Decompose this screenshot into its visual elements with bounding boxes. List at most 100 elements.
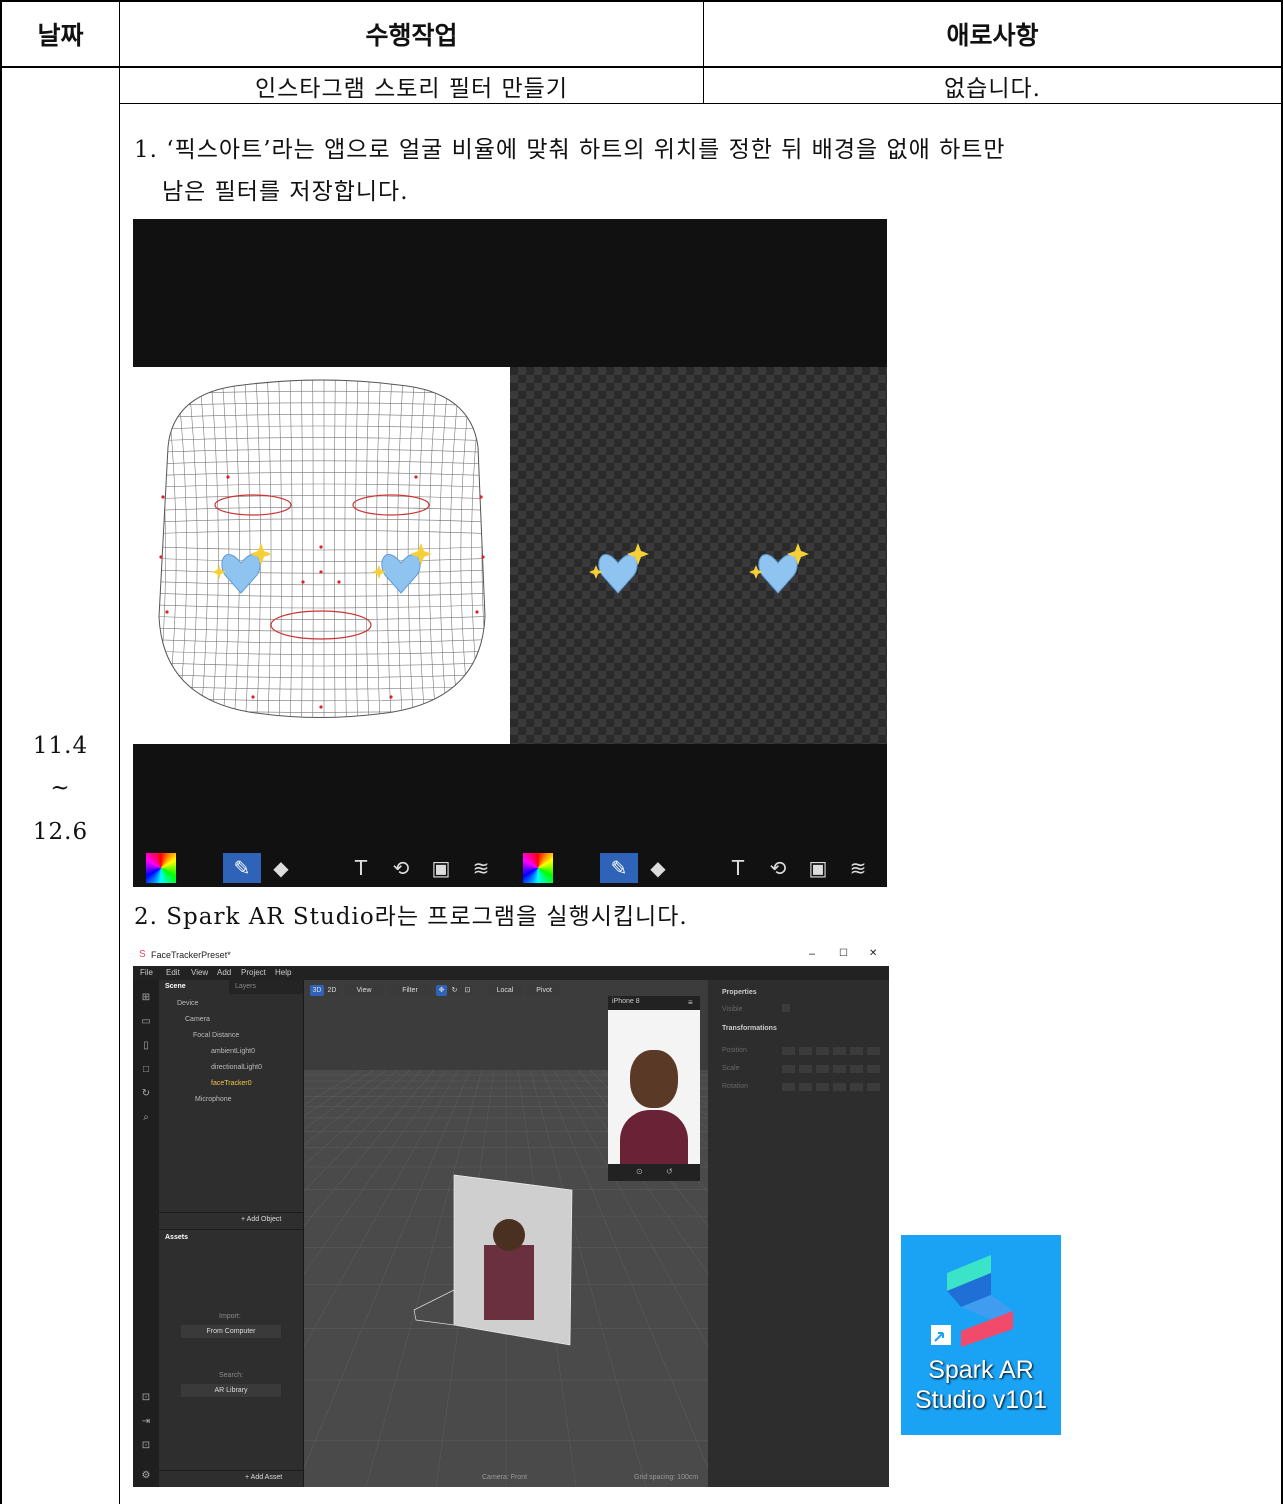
brush-icon[interactable]: ✎ — [600, 853, 638, 883]
minimize-button[interactable]: – — [809, 948, 815, 960]
position-z-field[interactable] — [816, 1047, 829, 1055]
add-object-button[interactable]: + Add Object — [241, 1216, 281, 1223]
settings-icon[interactable]: ⚙ — [140, 1470, 152, 1482]
sticker-icon[interactable]: ⟲ — [386, 853, 416, 883]
layers-icon[interactable]: ≋ — [466, 853, 496, 883]
face-mesh-panel — [133, 367, 510, 744]
menu-help[interactable]: Help — [275, 968, 291, 977]
text-icon[interactable]: T — [346, 853, 376, 883]
scale-z-field[interactable] — [816, 1065, 829, 1073]
maximize-button[interactable]: ☐ — [839, 948, 848, 959]
scene-viewport[interactable]: 3D 2D View Filter ✥ ↻ ⊡ Local Pivot iPho… — [304, 980, 708, 1487]
position-x-field[interactable] — [782, 1047, 795, 1055]
scale-u-field[interactable] — [867, 1065, 880, 1073]
date-separator: ~ — [50, 775, 71, 801]
grid-spacing-label: Grid spacing: 100cm — [634, 1474, 699, 1481]
tree-camera[interactable]: Camera — [185, 1016, 210, 1023]
ar-library-button[interactable]: AR Library — [181, 1384, 281, 1397]
filter-dropdown[interactable]: Filter — [389, 985, 431, 996]
rotation-z-field[interactable] — [816, 1083, 829, 1091]
eraser-icon[interactable]: ◆ — [643, 853, 673, 883]
menu-icon[interactable]: ≡ — [688, 998, 693, 1007]
visible-label: Visible — [722, 1006, 743, 1013]
snapshot-icon[interactable]: ⊙ — [636, 1167, 643, 1176]
scale-tool-icon[interactable]: ⊡ — [462, 985, 473, 996]
scale-w-field[interactable] — [833, 1065, 846, 1073]
tree-ambient-light[interactable]: ambientLight0 — [211, 1048, 255, 1055]
tab-scene[interactable]: Scene — [165, 983, 186, 990]
from-computer-button[interactable]: From Computer — [181, 1325, 281, 1338]
assets-title: Assets — [165, 1234, 188, 1241]
pivot-button[interactable]: Pivot — [527, 985, 561, 996]
add-asset-button[interactable]: + Add Asset — [245, 1474, 282, 1481]
device-selector[interactable]: iPhone 8 — [612, 998, 640, 1005]
sticker-icon[interactable]: ⟲ — [763, 853, 793, 883]
import-label: Import: — [219, 1313, 241, 1320]
brush-icon[interactable]: ✎ — [223, 853, 261, 883]
step-1-line-1: 1. ‘픽스아트’라는 앱으로 얼굴 비율에 맞춰 하트의 위치를 정한 뒤 배… — [134, 137, 1006, 163]
refresh-icon[interactable]: ↻ — [140, 1088, 152, 1100]
spark-ar-desktop-icon[interactable]: Spark AR Studio v101 — [901, 1235, 1061, 1435]
spark-window-title: FaceTrackerPreset* — [151, 950, 231, 960]
rotation-x-field[interactable] — [782, 1083, 795, 1091]
face-mesh-illustration — [158, 379, 486, 718]
close-button[interactable]: ✕ — [869, 948, 877, 959]
scene-icon[interactable]: ⊞ — [140, 992, 152, 1004]
move-tool-icon[interactable]: ✥ — [436, 985, 447, 996]
search-icon[interactable]: ⌕ — [140, 1112, 152, 1124]
color-palette-icon[interactable] — [146, 853, 176, 883]
rotation-y-field[interactable] — [799, 1083, 812, 1091]
view-3d-button[interactable]: 3D — [310, 985, 324, 996]
position-v-field[interactable] — [850, 1047, 863, 1055]
local-button[interactable]: Local — [487, 985, 523, 996]
visible-checkbox[interactable] — [782, 1004, 790, 1012]
simulator-preview: iPhone 8 ≡ ⊙ ↺ — [608, 996, 700, 1181]
tab-layers[interactable]: Layers — [235, 983, 256, 990]
tree-face-tracker[interactable]: faceTracker0 — [211, 1080, 252, 1087]
rotation-w-field[interactable] — [833, 1083, 846, 1091]
task-row-divider — [120, 103, 1283, 104]
menu-project[interactable]: Project — [241, 968, 266, 977]
eraser-icon[interactable]: ◆ — [266, 853, 296, 883]
scale-x-field[interactable] — [782, 1065, 795, 1073]
menu-edit[interactable]: Edit — [166, 968, 180, 977]
frame-icon[interactable]: □ — [140, 1064, 152, 1076]
scale-y-field[interactable] — [799, 1065, 812, 1073]
spark-titlebar: S FaceTrackerPreset* – ☐ ✕ — [133, 944, 889, 966]
tree-microphone[interactable]: Microphone — [195, 1096, 232, 1103]
export-icon[interactable]: ⇥ — [140, 1416, 152, 1428]
upload-icon[interactable]: ⊡ — [140, 1440, 152, 1452]
tree-focal-distance[interactable]: Focal Distance — [193, 1032, 239, 1039]
image-icon[interactable]: ▣ — [426, 853, 456, 883]
spark-ar-logo-icon — [931, 1255, 1013, 1347]
transparent-background-panel — [510, 367, 887, 744]
menu-add[interactable]: Add — [217, 968, 231, 977]
rotation-v-field[interactable] — [850, 1083, 863, 1091]
color-palette-icon[interactable] — [523, 853, 553, 883]
tree-directional-light[interactable]: directionalLight0 — [211, 1064, 262, 1071]
rotation-u-field[interactable] — [867, 1083, 880, 1091]
header-issue: 애로사항 — [946, 21, 1039, 50]
image-icon[interactable]: ▣ — [803, 853, 833, 883]
menu-file[interactable]: File — [140, 968, 153, 977]
view-dropdown[interactable]: View — [344, 985, 384, 996]
scale-v-field[interactable] — [850, 1065, 863, 1073]
position-w-field[interactable] — [833, 1047, 846, 1055]
heart-emoji-right — [749, 543, 809, 594]
rotate-tool-icon[interactable]: ↻ — [449, 985, 460, 996]
date-end: 12.6 — [32, 819, 89, 845]
camera-icon[interactable]: ▭ — [140, 1016, 152, 1028]
import-icon[interactable]: ⊡ — [140, 1392, 152, 1404]
heart-emoji-left — [212, 543, 272, 594]
menu-view[interactable]: View — [191, 968, 208, 977]
patch-icon[interactable]: ▯ — [140, 1040, 152, 1052]
tree-device[interactable]: Device — [177, 1000, 198, 1007]
text-icon[interactable]: T — [723, 853, 753, 883]
layers-icon[interactable]: ≋ — [843, 853, 873, 883]
heart-emoji-left — [589, 543, 649, 594]
position-y-field[interactable] — [799, 1047, 812, 1055]
rotate-device-icon[interactable]: ↺ — [666, 1167, 673, 1176]
position-u-field[interactable] — [867, 1047, 880, 1055]
view-2d-button[interactable]: 2D — [325, 985, 339, 996]
heart-emoji-right — [372, 543, 432, 594]
